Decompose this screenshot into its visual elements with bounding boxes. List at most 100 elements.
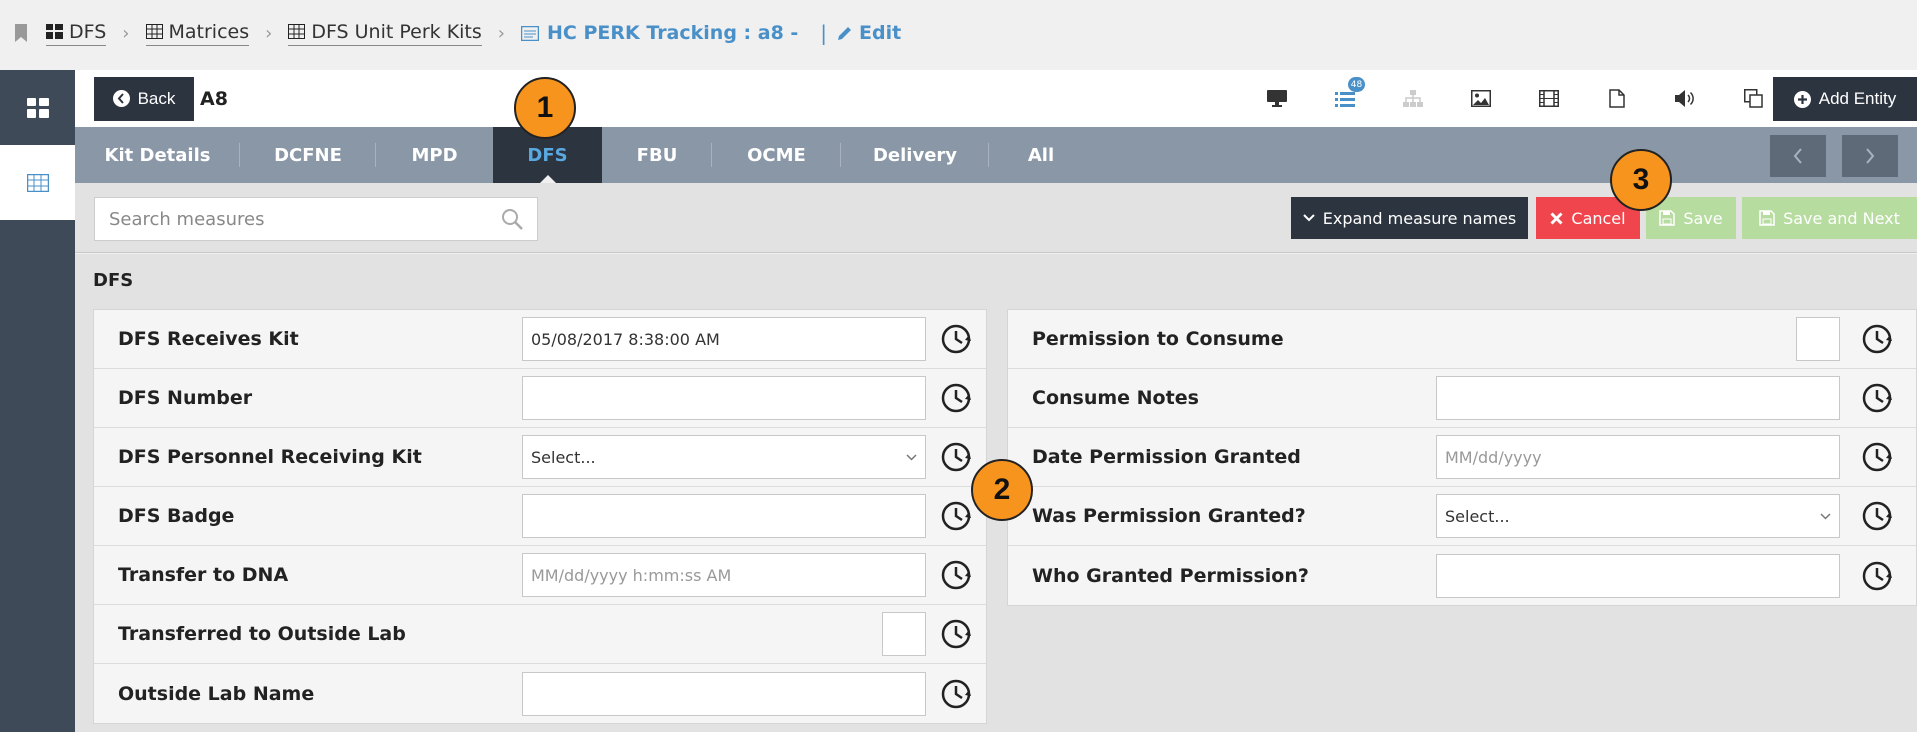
dfs-number-field[interactable] bbox=[522, 376, 926, 420]
breadcrumb-dfs-unit-perk-kits[interactable]: DFS Unit Perk Kits bbox=[288, 20, 482, 46]
history-icon[interactable] bbox=[1860, 380, 1896, 416]
breadcrumb-separator: › bbox=[265, 22, 273, 44]
tab-label: Delivery bbox=[872, 144, 958, 166]
dfs-personnel-select[interactable]: Select... bbox=[522, 435, 926, 479]
measure-row: Transfer to DNA MM/dd/yyyy h:mm:ss AM bbox=[94, 546, 986, 605]
chevron-left-icon bbox=[1793, 148, 1802, 164]
measure-row: Consume Notes bbox=[1008, 369, 1916, 428]
measure-row: DFS Personnel Receiving Kit Select... bbox=[94, 428, 986, 487]
dfs-badge-field[interactable] bbox=[522, 494, 926, 538]
next-tab-button[interactable] bbox=[1842, 135, 1898, 177]
desktop-view-button[interactable] bbox=[1243, 70, 1311, 127]
entity-name: A8 bbox=[200, 87, 228, 110]
dfs-receives-kit-field[interactable]: 05/08/2017 8:38:00 AM bbox=[522, 317, 926, 361]
tab-delivery[interactable]: Delivery bbox=[841, 127, 989, 183]
measure-label: Consume Notes bbox=[1032, 387, 1199, 409]
search-icon[interactable] bbox=[501, 208, 523, 230]
expand-measure-names-button[interactable]: Expand measure names bbox=[1291, 197, 1528, 239]
breadcrumb-dfs-unit-perk-kits-label: DFS Unit Perk Kits bbox=[311, 20, 482, 43]
left-measure-panel: DFS Receives Kit 05/08/2017 8:38:00 AM D… bbox=[93, 309, 987, 724]
hierarchy-view-button[interactable] bbox=[1379, 70, 1447, 127]
history-icon[interactable] bbox=[1860, 558, 1896, 594]
breadcrumb-dfs[interactable]: DFS bbox=[46, 21, 107, 46]
add-entity-label: Add Entity bbox=[1818, 89, 1897, 108]
who-granted-permission-field[interactable] bbox=[1436, 553, 1840, 598]
table-icon bbox=[145, 24, 163, 39]
permission-to-consume-checkbox[interactable] bbox=[1796, 317, 1840, 361]
measure-label: DFS Badge bbox=[118, 505, 235, 527]
search-input[interactable] bbox=[109, 208, 501, 230]
chevron-down-icon bbox=[1820, 512, 1831, 520]
tab-ocme[interactable]: OCME bbox=[712, 127, 841, 183]
save-and-next-label: Save and Next bbox=[1783, 208, 1900, 228]
history-icon[interactable] bbox=[939, 676, 975, 712]
history-icon[interactable] bbox=[939, 616, 975, 652]
audio-view-button[interactable] bbox=[1651, 70, 1719, 127]
measure-label: DFS Number bbox=[118, 387, 253, 409]
transfer-to-dna-field[interactable]: MM/dd/yyyy h:mm:ss AM bbox=[522, 553, 926, 597]
speaker-icon bbox=[1675, 90, 1694, 107]
tab-label: MPD bbox=[411, 144, 458, 166]
save-and-next-button[interactable]: Save and Next bbox=[1742, 197, 1917, 239]
date-permission-granted-field[interactable]: MM/dd/yyyy bbox=[1436, 435, 1840, 479]
measure-label: Transfer to DNA bbox=[118, 564, 289, 586]
tab-label: DFS bbox=[527, 144, 568, 166]
history-icon[interactable] bbox=[939, 321, 975, 357]
history-icon[interactable] bbox=[939, 380, 975, 416]
tab-mpd[interactable]: MPD bbox=[376, 127, 493, 183]
transferred-outside-lab-checkbox[interactable] bbox=[882, 612, 926, 656]
tab-label: OCME bbox=[747, 144, 806, 166]
breadcrumb-matrices-label: Matrices bbox=[168, 20, 250, 43]
history-icon[interactable] bbox=[1860, 439, 1896, 475]
measure-label: DFS Personnel Receiving Kit bbox=[118, 446, 422, 468]
breadcrumb-matrices[interactable]: Matrices bbox=[145, 20, 250, 46]
tab-all[interactable]: All bbox=[989, 127, 1093, 183]
form-icon bbox=[520, 25, 539, 41]
copy-icon bbox=[1743, 89, 1763, 108]
document-view-button[interactable] bbox=[1583, 70, 1651, 127]
image-icon bbox=[1471, 90, 1491, 107]
measure-label: Transferred to Outside Lab bbox=[118, 623, 406, 645]
was-permission-granted-select[interactable]: Select... bbox=[1436, 494, 1840, 538]
select-value: Select... bbox=[1445, 506, 1510, 526]
consume-notes-field[interactable] bbox=[1436, 376, 1840, 420]
breadcrumb-current-label: HC PERK Tracking : a8 - bbox=[546, 22, 799, 44]
edit-link[interactable]: Edit bbox=[837, 22, 901, 44]
history-icon[interactable] bbox=[939, 498, 975, 534]
history-icon[interactable] bbox=[939, 557, 975, 593]
measure-label: Outside Lab Name bbox=[118, 682, 315, 705]
bookmark-icon[interactable] bbox=[14, 24, 28, 42]
monitor-icon bbox=[1267, 90, 1287, 107]
annotation-callout-1: 1 bbox=[514, 77, 576, 139]
rail-dashboard[interactable] bbox=[0, 70, 75, 145]
chevron-down-icon bbox=[906, 453, 917, 461]
list-view-button[interactable]: 48 bbox=[1311, 70, 1379, 127]
select-value: Select... bbox=[531, 447, 596, 467]
measure-label: Who Granted Permission? bbox=[1032, 564, 1309, 587]
breadcrumb-separator: › bbox=[122, 22, 130, 44]
image-view-button[interactable] bbox=[1447, 70, 1515, 127]
measure-row: DFS Number bbox=[94, 369, 986, 428]
entity-header: Back A8 48 Add Entity bbox=[75, 70, 1917, 127]
rail-matrices[interactable] bbox=[0, 145, 75, 220]
prev-tab-button[interactable] bbox=[1770, 135, 1826, 177]
add-entity-button[interactable]: Add Entity bbox=[1773, 77, 1917, 121]
history-icon[interactable] bbox=[939, 439, 975, 475]
tab-dcfne[interactable]: DCFNE bbox=[240, 127, 376, 183]
list-icon bbox=[1335, 91, 1355, 107]
hierarchy-icon bbox=[1403, 89, 1423, 107]
back-button[interactable]: Back bbox=[94, 76, 194, 121]
tab-kit-details[interactable]: Kit Details bbox=[75, 127, 240, 183]
save-label: Save bbox=[1683, 208, 1723, 228]
close-icon bbox=[1550, 211, 1563, 225]
chevron-right-icon bbox=[1866, 148, 1875, 164]
annotation-callout-3: 3 bbox=[1610, 149, 1672, 211]
history-icon[interactable] bbox=[1860, 321, 1896, 357]
outside-lab-name-field[interactable] bbox=[522, 671, 926, 716]
search-box bbox=[94, 197, 538, 241]
video-view-button[interactable] bbox=[1515, 70, 1583, 127]
history-icon[interactable] bbox=[1860, 498, 1896, 534]
back-arrow-icon bbox=[112, 90, 130, 107]
tab-fbu[interactable]: FBU bbox=[602, 127, 712, 183]
left-rail bbox=[0, 70, 75, 732]
